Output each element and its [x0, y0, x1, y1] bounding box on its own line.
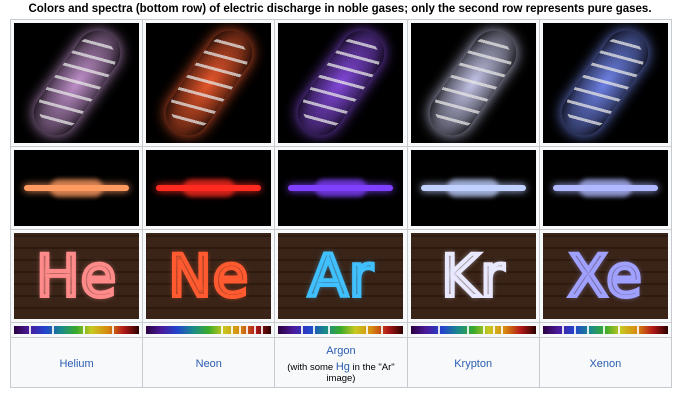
- label-cell-neon: Neon: [142, 337, 276, 388]
- argon-sign-image[interactable]: Ar: [278, 233, 404, 319]
- argon-note: (with some Hg in the "Ar" image): [278, 361, 403, 384]
- sign-cell-helium: He: [9, 229, 144, 323]
- sign-cell-krypton: Kr: [406, 229, 540, 323]
- helium-discharge-image[interactable]: [14, 150, 140, 226]
- gallery-caption: Colors and spectra (bottom row) of elect…: [28, 3, 652, 15]
- label-cell-helium: Helium: [9, 337, 144, 388]
- sign-cell-xenon: Xe: [538, 229, 673, 323]
- label-row: Helium Neon Argon (with some Hg in the "…: [9, 337, 673, 388]
- argon-link[interactable]: Argon: [326, 345, 355, 357]
- tube-cell-krypton: [406, 19, 540, 147]
- krypton-link[interactable]: Krypton: [454, 358, 492, 370]
- sign-cell-argon: Ar: [274, 229, 408, 323]
- bar-cell-xenon: [538, 146, 673, 230]
- bar-cell-argon: [274, 146, 408, 230]
- tube-cell-xenon: [538, 19, 673, 147]
- neon-discharge-image[interactable]: [146, 150, 272, 226]
- krypton-spectrum-image[interactable]: [410, 326, 536, 334]
- xenon-discharge-image[interactable]: [542, 150, 668, 226]
- label-cell-xenon: Xenon: [538, 337, 673, 388]
- neon-link[interactable]: Neon: [196, 358, 222, 370]
- spectrum-cell-argon: [274, 322, 408, 338]
- label-cell-argon: Argon (with some Hg in the "Ar" image): [274, 337, 408, 388]
- discharge-tube-row: [9, 19, 673, 147]
- neon-spectrum-image[interactable]: [146, 326, 272, 334]
- helium-sign-image[interactable]: He: [14, 233, 140, 319]
- neon-sign-image[interactable]: Ne: [146, 233, 272, 319]
- spectrum-cell-helium: [9, 322, 144, 338]
- tube-cell-neon: [142, 19, 276, 147]
- helium-tube-image[interactable]: [14, 23, 140, 143]
- tube-cell-argon: [274, 19, 408, 147]
- helium-link[interactable]: Helium: [59, 358, 93, 370]
- argon-spectrum-image[interactable]: [278, 326, 404, 334]
- spectrum-cell-xenon: [538, 322, 673, 338]
- sign-cell-neon: Ne: [142, 229, 276, 323]
- krypton-discharge-image[interactable]: [410, 150, 536, 226]
- xenon-sign-image[interactable]: Xe: [542, 233, 668, 319]
- bar-cell-helium: [9, 146, 144, 230]
- bar-cell-krypton: [406, 146, 540, 230]
- noble-gas-gallery: He Ne Ar Kr Xe Helium Neon Argon (with s…: [9, 19, 673, 388]
- spectrum-row: [9, 322, 673, 338]
- mercury-link[interactable]: Hg: [336, 361, 350, 373]
- argon-discharge-image[interactable]: [278, 150, 404, 226]
- xenon-spectrum-image[interactable]: [542, 326, 668, 334]
- neon-tube-image[interactable]: [146, 23, 272, 143]
- spectrum-cell-neon: [142, 322, 276, 338]
- krypton-sign-image[interactable]: Kr: [410, 233, 536, 319]
- spectrum-cell-krypton: [406, 322, 540, 338]
- bar-cell-neon: [142, 146, 276, 230]
- label-cell-krypton: Krypton: [406, 337, 540, 388]
- helium-spectrum-image[interactable]: [14, 326, 140, 334]
- krypton-tube-image[interactable]: [410, 23, 536, 143]
- symbol-sign-row: He Ne Ar Kr Xe: [9, 229, 673, 323]
- argon-note-prefix: (with some: [287, 362, 336, 373]
- xenon-tube-image[interactable]: [542, 23, 668, 143]
- pure-gas-row: [9, 146, 673, 230]
- argon-tube-image[interactable]: [278, 23, 404, 143]
- xenon-link[interactable]: Xenon: [589, 358, 621, 370]
- tube-cell-helium: [9, 19, 144, 147]
